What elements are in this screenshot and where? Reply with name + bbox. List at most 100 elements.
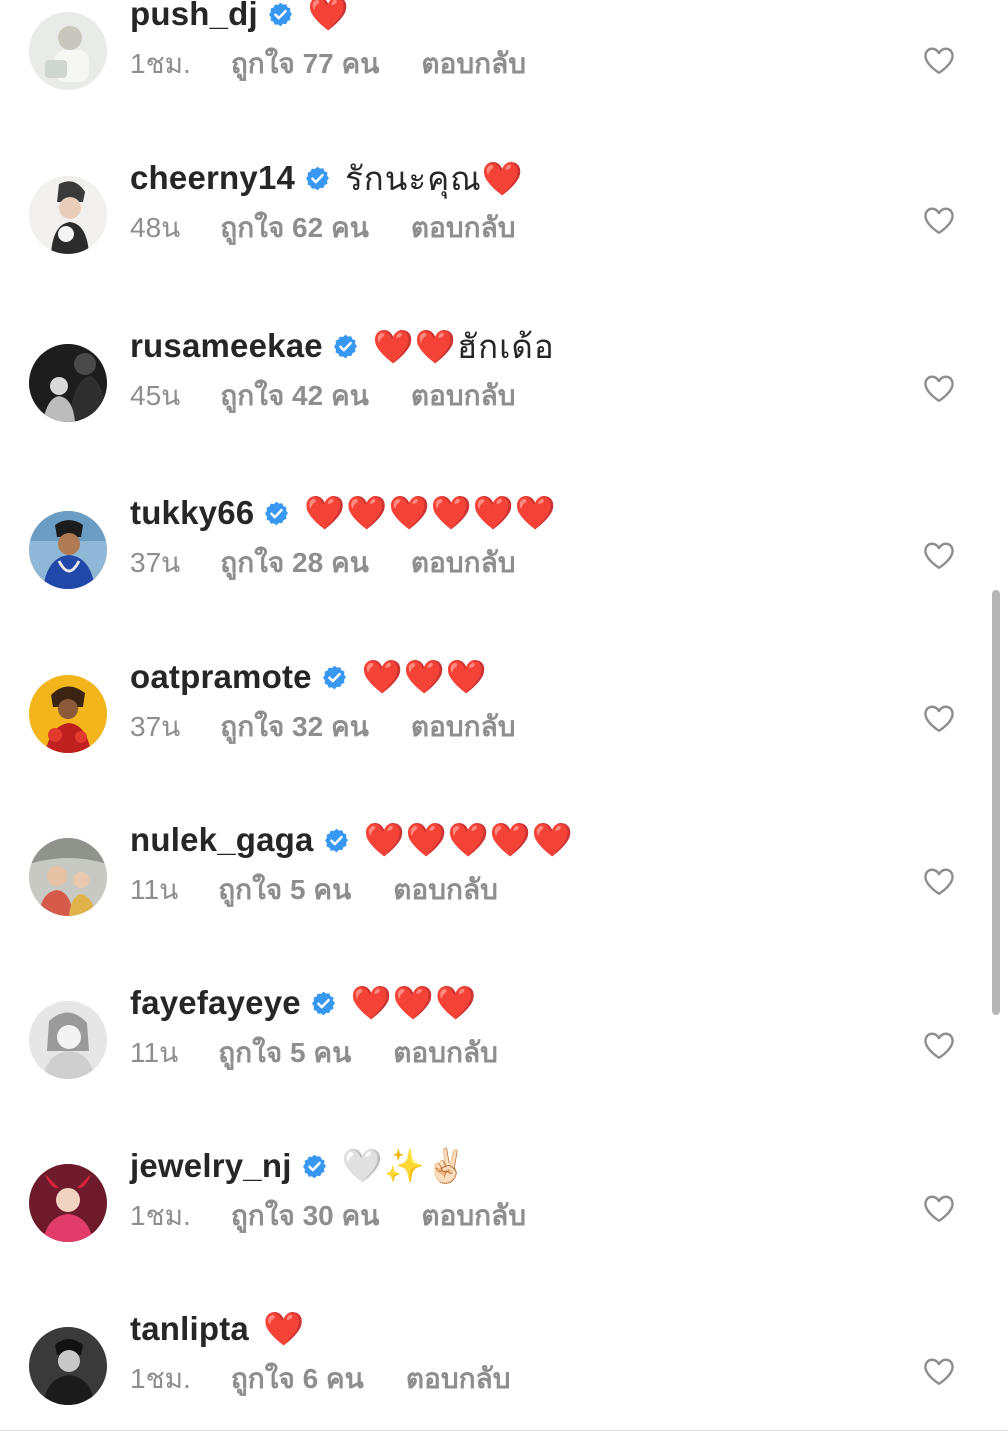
comment-header: push_dj ❤️ (130, 0, 350, 42)
comment-header: rusameekae ❤️❤️ฮักเด้อ (130, 318, 555, 374)
username[interactable]: tukky66 (130, 494, 254, 532)
comment-text: ❤️❤️❤️❤️❤️ (363, 820, 575, 859)
verified-badge-icon (306, 166, 330, 190)
like-button[interactable] (921, 202, 957, 238)
like-count[interactable]: ถูกใจ 62 คน (220, 206, 369, 250)
comment-text: ❤️❤️❤️ (350, 983, 478, 1022)
comment-item: jewelry_nj 🤍✨✌🏻 1ชม. ถูกใจ 30 คน ตอบกลับ (0, 1146, 1008, 1284)
scrollbar[interactable] (992, 590, 1000, 1015)
heart-outline-icon (924, 1032, 954, 1059)
comment-meta: 11น ถูกใจ 5 คน ตอบกลับ (130, 1033, 498, 1073)
comment-header: nulek_gaga ❤️❤️❤️❤️❤️ (130, 812, 574, 868)
username[interactable]: jewelry_nj (130, 1147, 292, 1185)
avatar-push-dj (29, 12, 107, 90)
comment-item: oatpramote ❤️❤️❤️ 37น ถูกใจ 32 คน ตอบกลั… (0, 657, 1008, 795)
username[interactable]: nulek_gaga (130, 821, 314, 859)
avatar[interactable] (29, 1327, 107, 1405)
reply-button[interactable]: ตอบกลับ (411, 206, 516, 250)
comment-text: ❤️ (262, 1309, 306, 1348)
comment-header: tanlipta ❤️ (130, 1301, 305, 1357)
like-button[interactable] (921, 1190, 957, 1226)
reply-button[interactable]: ตอบกลับ (393, 1031, 498, 1075)
heart-outline-icon (924, 207, 954, 234)
like-button[interactable] (921, 863, 957, 899)
avatar-rusameekae (29, 344, 107, 422)
reply-button[interactable]: ตอบกลับ (393, 868, 498, 912)
comment-meta: 11น ถูกใจ 5 คน ตอบกลับ (130, 870, 498, 910)
avatar-tukky66 (29, 511, 107, 589)
like-button[interactable] (921, 1027, 957, 1063)
like-count[interactable]: ถูกใจ 32 คน (220, 705, 369, 749)
comment-meta: 1ชม. ถูกใจ 6 คน ตอบกลับ (130, 1359, 510, 1399)
avatar[interactable] (29, 344, 107, 422)
username[interactable]: push_dj (130, 0, 258, 33)
comment-meta: 1ชม. ถูกใจ 77 คน ตอบกลับ (130, 44, 526, 84)
like-count[interactable]: ถูกใจ 6 คน (231, 1357, 364, 1401)
reply-button[interactable]: ตอบกลับ (411, 541, 516, 585)
comment-list: push_dj ❤️ 1ชม. ถูกใจ 77 คน ตอบกลับ chee… (0, 0, 1008, 1437)
verified-badge-icon (265, 501, 289, 525)
like-button[interactable] (921, 42, 957, 78)
comment-text: 🤍✨✌🏻 (341, 1146, 468, 1185)
verified-badge-icon (302, 1154, 326, 1178)
heart-outline-icon (924, 542, 954, 569)
like-button[interactable] (921, 537, 957, 573)
like-count[interactable]: ถูกใจ 42 คน (220, 374, 369, 418)
like-button[interactable] (921, 370, 957, 406)
comment-meta: 37น ถูกใจ 32 คน ตอบกลับ (130, 707, 516, 747)
reply-button[interactable]: ตอบกลับ (411, 705, 516, 749)
comment-meta: 37น ถูกใจ 28 คน ตอบกลับ (130, 543, 516, 583)
like-count[interactable]: ถูกใจ 5 คน (218, 1031, 351, 1075)
avatar[interactable] (29, 511, 107, 589)
comment-header: oatpramote ❤️❤️❤️ (130, 649, 488, 705)
comment-text: รักนะคุณ❤️ (345, 158, 524, 198)
heart-outline-icon (924, 47, 954, 74)
avatar[interactable] (29, 1164, 107, 1242)
comment-time: 11น (130, 1037, 179, 1068)
heart-outline-icon (924, 1195, 954, 1222)
verified-badge-icon (324, 828, 348, 852)
comment-item: tukky66 ❤️❤️❤️❤️❤️❤️ 37น ถูกใจ 28 คน ตอบ… (0, 493, 1008, 631)
avatar-oatpramote (29, 675, 107, 753)
verified-badge-icon (268, 2, 292, 26)
like-count[interactable]: ถูกใจ 77 คน (231, 42, 380, 86)
comment-item: fayefayeye ❤️❤️❤️ 11น ถูกใจ 5 คน ตอบกลับ (0, 983, 1008, 1121)
username[interactable]: rusameekae (130, 327, 323, 365)
reply-button[interactable]: ตอบกลับ (421, 1194, 526, 1238)
heart-outline-icon (924, 868, 954, 895)
like-count[interactable]: ถูกใจ 28 คน (220, 541, 369, 585)
divider (0, 1430, 1008, 1431)
comment-meta: 1ชม. ถูกใจ 30 คน ตอบกลับ (130, 1196, 526, 1236)
avatar[interactable] (29, 12, 107, 90)
heart-outline-icon (924, 375, 954, 402)
comment-header: tukky66 ❤️❤️❤️❤️❤️❤️ (130, 485, 557, 541)
avatar[interactable] (29, 176, 107, 254)
avatar[interactable] (29, 838, 107, 916)
avatar[interactable] (29, 675, 107, 753)
comment-item: cheerny14 รักนะคุณ❤️ 48น ถูกใจ 62 คน ตอบ… (0, 159, 1008, 296)
reply-button[interactable]: ตอบกลับ (421, 42, 526, 86)
heart-outline-icon (924, 1358, 954, 1385)
reply-button[interactable]: ตอบกลับ (411, 374, 516, 418)
username[interactable]: cheerny14 (130, 159, 295, 197)
comment-time: 11น (130, 874, 179, 905)
like-count[interactable]: ถูกใจ 30 คน (231, 1194, 380, 1238)
avatar[interactable] (29, 1001, 107, 1079)
comment-time: 37น (130, 547, 181, 578)
like-button[interactable] (921, 700, 957, 736)
username[interactable]: fayefayeye (130, 984, 301, 1022)
username[interactable]: oatpramote (130, 658, 312, 696)
like-count[interactable]: ถูกใจ 5 คน (218, 868, 351, 912)
comment-item: rusameekae ❤️❤️ฮักเด้อ 45น ถูกใจ 42 คน ต… (0, 327, 1008, 464)
comment-item: tanlipta ❤️ 1ชม. ถูกใจ 6 คน ตอบกลับ (0, 1309, 1008, 1437)
comment-time: 37น (130, 711, 181, 742)
comment-text: ❤️❤️ฮักเด้อ (372, 326, 555, 366)
comment-meta: 45น ถูกใจ 42 คน ตอบกลับ (130, 376, 516, 416)
like-button[interactable] (921, 1353, 957, 1389)
comment-time: 1ชม. (130, 48, 191, 79)
reply-button[interactable]: ตอบกลับ (406, 1357, 511, 1401)
comment-header: fayefayeye ❤️❤️❤️ (130, 975, 477, 1031)
verified-badge-icon (322, 665, 346, 689)
username[interactable]: tanlipta (130, 1310, 249, 1348)
comment-time: 1ชม. (130, 1200, 191, 1231)
